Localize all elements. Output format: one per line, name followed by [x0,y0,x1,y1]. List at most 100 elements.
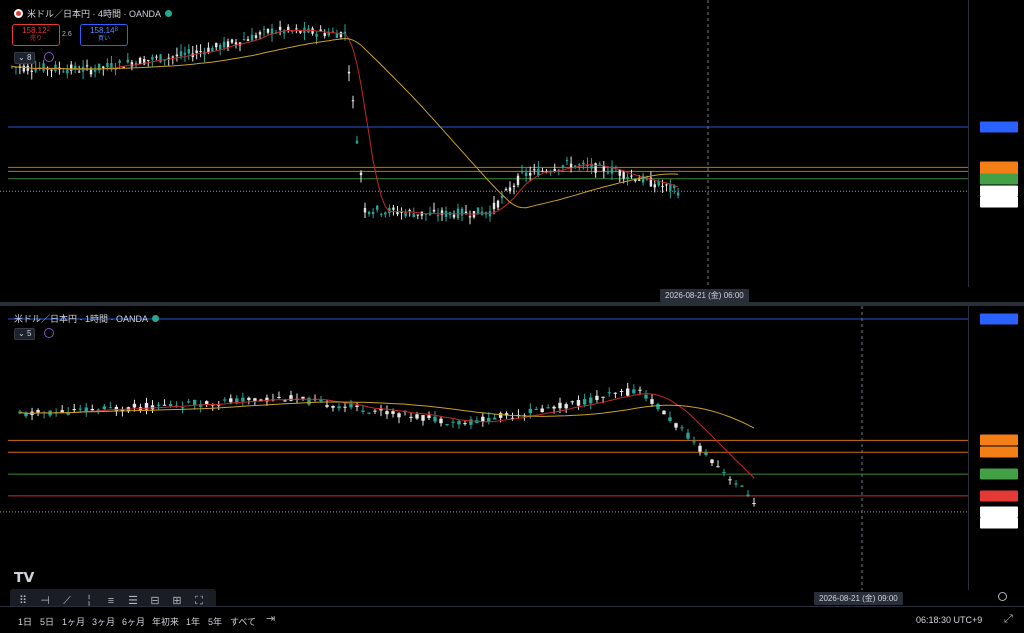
tradingview-watermark-icon: 𝗧𝗩 [14,569,35,585]
range-button[interactable]: 1ヶ月 [62,615,85,628]
candle-body [50,69,53,71]
candle-body [108,407,113,409]
buy-label: 買い [97,36,110,42]
candle-body [595,395,599,400]
candle-body [408,210,411,212]
candle-body [359,172,363,176]
sell-label: 売り [29,36,42,42]
range-button[interactable]: 5日 [40,615,54,628]
candle-body [241,397,245,402]
fullscreen-icon[interactable]: ⤢ [1004,613,1013,626]
price-tag[interactable] [980,434,1018,446]
indicators-toggle[interactable]: ⌄ 8 [14,52,36,64]
candlestick-chart-1h[interactable] [0,306,968,590]
candle-body [653,184,656,188]
goto-date-icon[interactable]: ⇥ [266,613,278,625]
candle-body [439,418,443,424]
candle-body [445,424,449,426]
range-button[interactable]: 3ヶ月 [92,615,115,628]
candle-body [504,189,508,191]
indicators-toggle[interactable]: ⌄ 5 [14,328,36,340]
range-button[interactable]: 年初来 [152,615,179,628]
candle-body [89,69,93,75]
candle-body [266,28,270,33]
candle-body [211,48,214,52]
indicator-count: 5 [26,329,32,338]
candlestick-chart-4h[interactable] [0,0,968,287]
chart-pane-4h[interactable]: 米ドル／日本円 · 4時間 · OANDA 158.122 売り 2.6 158… [0,0,1024,303]
price-tag[interactable] [980,185,1018,197]
time-axis-4h[interactable] [0,287,968,303]
symbol-legend[interactable]: 米ドル／日本円 · 4時間 · OANDA [14,7,173,20]
candle-body [564,404,568,409]
clock[interactable]: 06:18:30 UTC+9 [916,615,982,625]
range-button[interactable]: すべて [230,615,256,628]
candle-body [150,405,155,410]
candle-body [498,413,503,418]
candle-body [311,28,314,34]
candle-body [582,162,585,165]
candle-body [250,34,254,41]
candle-body [343,406,347,408]
price-tag[interactable] [980,313,1018,325]
candle-body [78,408,82,410]
candle-body [607,392,611,394]
range-button[interactable]: 6ヶ月 [122,615,145,628]
candle-body [469,419,473,425]
candle-body [618,170,621,176]
candle-body [349,403,353,408]
range-button[interactable]: 5年 [208,615,222,628]
chevron-down-icon: ⌄ [18,53,25,62]
price-tag[interactable] [980,506,1018,518]
bottom-toolbar: 1日 5日 1ヶ月 3ヶ月 6ヶ月 年初来 1年 5年 すべて ⇥ 06:18:30 UTC+9… [0,606,1024,633]
price-tag[interactable] [980,121,1018,133]
tradingview-logo-icon [14,9,23,18]
buy-button[interactable]: 158.148 買い [80,24,128,46]
data-window-icon[interactable] [44,328,54,338]
candle-body [218,44,222,50]
candle-body [205,401,209,405]
candle-body [186,401,191,403]
price-tag[interactable] [980,468,1018,480]
candle-body [175,54,179,57]
symbol-title: 米ドル／日本円 · 1時間 · OANDA [14,314,149,324]
candle-body [380,213,383,215]
range-button[interactable]: 1日 [18,615,32,628]
candle-body [254,35,258,38]
price-tag[interactable] [980,446,1018,458]
candle-body [355,140,359,144]
price-axis-4h[interactable] [968,0,1024,287]
range-button[interactable]: 1年 [186,615,200,628]
candle-body [301,396,305,399]
candle-body [565,159,569,162]
candle-body [159,54,162,63]
candle-body [669,184,672,191]
candle-body [168,403,173,407]
candle-body [323,33,326,37]
candle-body [692,441,696,443]
candle-body [391,411,395,414]
candle-body [432,209,436,212]
price-tag[interactable] [980,173,1018,185]
candle-body [396,212,399,215]
sell-button[interactable]: 158.122 売り [12,24,60,46]
candle-body [457,420,461,425]
candle-body [351,100,355,102]
candle-body [85,65,89,67]
data-window-icon[interactable] [44,52,54,62]
settings-gear-icon[interactable] [998,592,1007,601]
candle-body [698,445,702,452]
candle-body [367,211,371,215]
candle-body [30,70,33,72]
symbol-legend[interactable]: 米ドル／日本円 · 1時間 · OANDA [14,312,160,325]
candle-body [468,216,472,218]
price-tag[interactable] [980,490,1018,502]
candle-body [676,192,680,196]
candle-body [132,403,137,408]
candle-body [508,187,512,192]
chart-pane-1h[interactable]: 米ドル／日本円 · 1時間 · OANDA ⌄ 5 𝗧𝗩 2026-08-21 … [0,306,1024,606]
candle-body [180,407,185,409]
candle-body [230,39,234,43]
candle-body [598,163,601,165]
candle-body [277,397,281,399]
